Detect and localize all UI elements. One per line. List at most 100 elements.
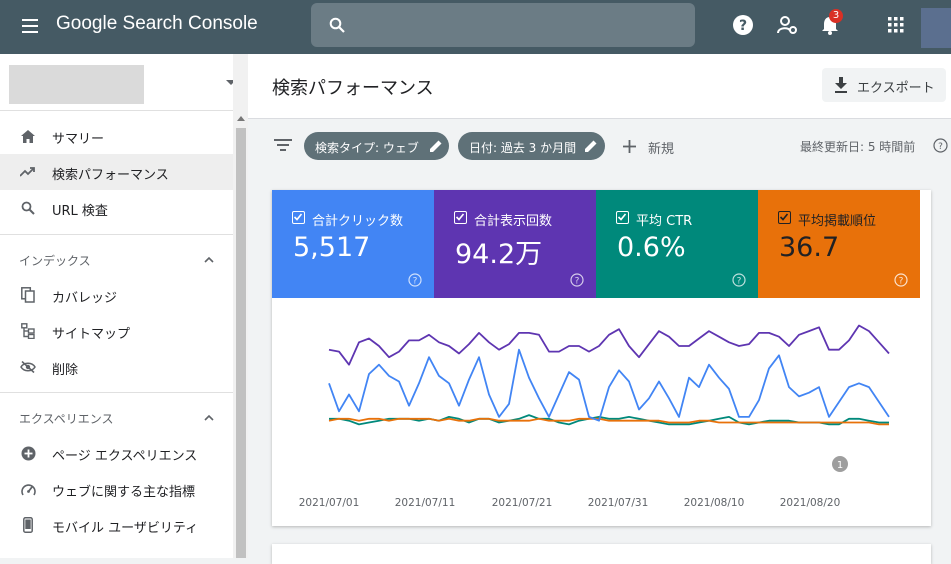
sitemap-icon bbox=[19, 323, 37, 339]
section-title-experience: エクスペリエンス bbox=[19, 412, 114, 426]
x-tick-label: 2021/07/11 bbox=[395, 497, 456, 509]
search-icon bbox=[19, 200, 37, 216]
top-app-bar: Google Search Console ? 3 bbox=[0, 0, 951, 54]
metric-value: 5,517 bbox=[293, 232, 371, 263]
filter-list-icon[interactable] bbox=[274, 138, 292, 152]
sidebar-item-page-experience[interactable]: ページ エクスペリエンス bbox=[0, 435, 233, 471]
export-button[interactable]: エクスポート bbox=[822, 68, 946, 102]
account-avatar[interactable] bbox=[921, 8, 951, 48]
x-tick-label: 2021/07/21 bbox=[492, 497, 553, 509]
performance-card: 合計クリック数 5,517 ? 合計表示回数 94.2万 ? 平均 CTR 0.… bbox=[272, 190, 931, 526]
edit-pencil-icon bbox=[585, 140, 597, 152]
sidebar-item-removals[interactable]: 削除 bbox=[0, 349, 233, 385]
divider bbox=[0, 110, 233, 111]
add-circle-icon bbox=[19, 445, 37, 461]
page-title: 検索パフォーマンス bbox=[272, 78, 434, 99]
smartphone-icon bbox=[19, 517, 37, 533]
checkbox-checked-icon[interactable] bbox=[778, 211, 791, 224]
metric-value: 94.2万 bbox=[455, 239, 543, 270]
sidebar-item-label: 検索パフォーマンス bbox=[52, 168, 169, 183]
svg-text:?: ? bbox=[899, 277, 904, 287]
x-tick-label: 2021/07/01 bbox=[299, 497, 360, 509]
sidebar-item-label: ウェブに関する主な指標 bbox=[52, 485, 196, 500]
queries-card bbox=[272, 544, 931, 564]
manage-users-icon[interactable] bbox=[776, 14, 798, 36]
metric-average-ctr[interactable]: 平均 CTR 0.6% ? bbox=[596, 190, 758, 298]
svg-text:?: ? bbox=[739, 18, 747, 34]
home-icon bbox=[19, 128, 37, 144]
filter-chip-date[interactable]: 日付: 過去 3 か月間 bbox=[458, 132, 605, 160]
metric-total-impressions[interactable]: 合計表示回数 94.2万 ? bbox=[434, 190, 596, 298]
divider bbox=[0, 234, 233, 235]
chevron-up-icon[interactable] bbox=[204, 413, 214, 423]
visibility-off-icon bbox=[19, 359, 37, 375]
sidebar-item-sitemaps[interactable]: サイトマップ bbox=[0, 313, 233, 349]
filter-bar: 検索タイプ: ウェブ 日付: 過去 3 か月間 新規 最終更新日: 5 時間前 … bbox=[248, 120, 951, 172]
sidebar-item-url-inspection[interactable]: URL 検査 bbox=[0, 190, 233, 226]
download-icon bbox=[835, 77, 847, 93]
trending-up-icon bbox=[19, 164, 37, 180]
sidebar: サマリー 検索パフォーマンス URL 検査 インデックス カバレッジ サイトマッ… bbox=[0, 54, 248, 558]
hamburger-menu-icon[interactable] bbox=[20, 16, 40, 36]
search-icon bbox=[329, 17, 345, 33]
series-line bbox=[328, 324, 890, 366]
sidebar-item-performance[interactable]: 検索パフォーマンス bbox=[0, 154, 233, 190]
checkbox-checked-icon[interactable] bbox=[292, 211, 305, 224]
sidebar-item-coverage[interactable]: カバレッジ bbox=[0, 277, 233, 313]
series-line bbox=[328, 348, 890, 422]
chevron-up-icon[interactable] bbox=[204, 255, 214, 265]
help-icon[interactable]: ? bbox=[732, 14, 754, 36]
sidebar-item-label: URL 検査 bbox=[52, 204, 108, 219]
divider bbox=[0, 392, 233, 393]
property-selector[interactable] bbox=[9, 65, 144, 104]
add-icon bbox=[623, 140, 636, 153]
svg-text:?: ? bbox=[938, 142, 943, 152]
new-filter-label: 新規 bbox=[648, 142, 675, 157]
sidebar-item-label: 削除 bbox=[52, 363, 79, 378]
metric-label: 平均 CTR bbox=[636, 214, 693, 229]
apps-grid-icon[interactable] bbox=[885, 14, 907, 36]
sidebar-item-mobile-usability[interactable]: モバイル ユーザビリティ bbox=[0, 507, 233, 543]
last-updated-text: 最終更新日: 5 時間前 bbox=[800, 140, 916, 154]
sidebar-item-label: サマリー bbox=[52, 132, 105, 147]
checkbox-checked-icon[interactable] bbox=[454, 211, 467, 224]
filter-chip-search-type[interactable]: 検索タイプ: ウェブ bbox=[304, 132, 449, 160]
svg-text:?: ? bbox=[575, 277, 580, 287]
metric-average-position[interactable]: 平均掲載順位 36.7 ? bbox=[758, 190, 920, 298]
edit-pencil-icon bbox=[430, 140, 442, 152]
help-outline-icon[interactable]: ? bbox=[408, 273, 422, 287]
x-tick-label: 2021/08/10 bbox=[684, 497, 745, 509]
help-outline-icon[interactable]: ? bbox=[570, 273, 584, 287]
sidebar-item-label: ページ エクスペリエンス bbox=[52, 449, 198, 464]
app-logo[interactable]: Google Search Console bbox=[56, 13, 258, 35]
help-outline-icon[interactable]: ? bbox=[933, 138, 948, 153]
copy-icon bbox=[19, 287, 37, 303]
sidebar-item-label: カバレッジ bbox=[52, 291, 118, 306]
page-header: 検索パフォーマンス エクスポート bbox=[248, 54, 951, 119]
help-outline-icon[interactable]: ? bbox=[732, 273, 746, 287]
annotation-marker-label: 1 bbox=[837, 460, 843, 471]
scrollbar-thumb[interactable] bbox=[236, 128, 246, 558]
chip-label: 日付: 過去 3 か月間 bbox=[469, 141, 577, 155]
section-title-index: インデックス bbox=[19, 254, 91, 268]
scroll-up-arrow-icon[interactable] bbox=[237, 116, 245, 121]
export-label: エクスポート bbox=[857, 81, 935, 96]
sidebar-item-summary[interactable]: サマリー bbox=[0, 118, 233, 154]
metric-label: 平均掲載順位 bbox=[798, 214, 877, 229]
metric-label: 合計表示回数 bbox=[474, 214, 553, 229]
metric-label: 合計クリック数 bbox=[312, 214, 404, 229]
notification-badge: 3 bbox=[829, 9, 843, 23]
x-tick-label: 2021/08/20 bbox=[780, 497, 841, 509]
metric-value: 36.7 bbox=[779, 232, 840, 263]
metric-total-clicks[interactable]: 合計クリック数 5,517 ? bbox=[272, 190, 434, 298]
metric-value: 0.6% bbox=[617, 232, 686, 263]
chip-label: 検索タイプ: ウェブ bbox=[315, 141, 419, 155]
performance-line-chart[interactable]: 2021/07/01 2021/07/11 2021/07/21 2021/07/31… bbox=[272, 298, 931, 526]
help-outline-icon[interactable]: ? bbox=[894, 273, 908, 287]
search-input[interactable] bbox=[311, 3, 695, 47]
x-tick-label: 2021/07/31 bbox=[588, 497, 649, 509]
sidebar-item-label: モバイル ユーザビリティ bbox=[52, 521, 199, 536]
checkbox-checked-icon[interactable] bbox=[616, 211, 629, 224]
speed-gauge-icon bbox=[19, 481, 37, 497]
sidebar-item-core-web-vitals[interactable]: ウェブに関する主な指標 bbox=[0, 471, 233, 507]
